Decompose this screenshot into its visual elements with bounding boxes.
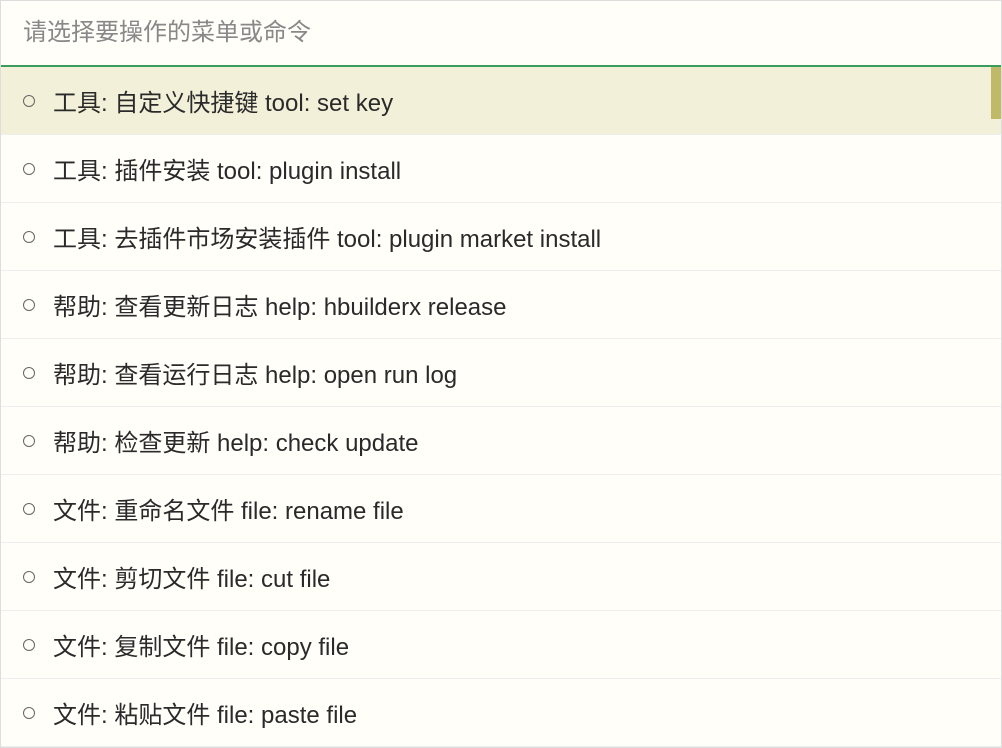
circle-bullet-icon bbox=[23, 231, 35, 243]
command-list: 工具: 自定义快捷键 tool: set key 工具: 插件安装 tool: p… bbox=[1, 67, 1001, 747]
circle-bullet-icon bbox=[23, 299, 35, 311]
scroll-indicator[interactable] bbox=[991, 67, 1001, 119]
command-item[interactable]: 文件: 粘贴文件 file: paste file bbox=[1, 679, 1001, 747]
circle-bullet-icon bbox=[23, 95, 35, 107]
command-item[interactable]: 文件: 复制文件 file: copy file bbox=[1, 611, 1001, 679]
command-item-label: 工具: 去插件市场安装插件 tool: plugin market instal… bbox=[53, 219, 601, 254]
command-palette: 工具: 自定义快捷键 tool: set key 工具: 插件安装 tool: p… bbox=[0, 0, 1002, 748]
command-item-label: 文件: 剪切文件 file: cut file bbox=[53, 559, 330, 594]
circle-bullet-icon bbox=[23, 571, 35, 583]
command-item[interactable]: 工具: 自定义快捷键 tool: set key bbox=[1, 67, 1001, 135]
command-item[interactable]: 帮助: 查看更新日志 help: hbuilderx release bbox=[1, 271, 1001, 339]
command-item[interactable]: 工具: 插件安装 tool: plugin install bbox=[1, 135, 1001, 203]
command-item[interactable]: 文件: 重命名文件 file: rename file bbox=[1, 475, 1001, 543]
command-item-label: 帮助: 查看更新日志 help: hbuilderx release bbox=[53, 287, 507, 322]
command-item-label: 文件: 复制文件 file: copy file bbox=[53, 627, 349, 662]
command-item[interactable]: 帮助: 查看运行日志 help: open run log bbox=[1, 339, 1001, 407]
circle-bullet-icon bbox=[23, 367, 35, 379]
circle-bullet-icon bbox=[23, 639, 35, 651]
circle-bullet-icon bbox=[23, 435, 35, 447]
command-item-label: 帮助: 查看运行日志 help: open run log bbox=[53, 355, 457, 390]
command-item-label: 工具: 插件安装 tool: plugin install bbox=[53, 151, 401, 186]
circle-bullet-icon bbox=[23, 163, 35, 175]
command-item-label: 文件: 粘贴文件 file: paste file bbox=[53, 695, 357, 730]
circle-bullet-icon bbox=[23, 707, 35, 719]
command-list-wrapper: 工具: 自定义快捷键 tool: set key 工具: 插件安装 tool: p… bbox=[1, 67, 1001, 747]
circle-bullet-icon bbox=[23, 503, 35, 515]
command-item-label: 文件: 重命名文件 file: rename file bbox=[53, 491, 404, 526]
command-item-label: 工具: 自定义快捷键 tool: set key bbox=[53, 83, 393, 118]
command-item-label: 帮助: 检查更新 help: check update bbox=[53, 423, 418, 458]
command-search-input[interactable] bbox=[1, 1, 1001, 65]
command-item[interactable]: 帮助: 检查更新 help: check update bbox=[1, 407, 1001, 475]
command-item[interactable]: 工具: 去插件市场安装插件 tool: plugin market instal… bbox=[1, 203, 1001, 271]
command-item[interactable]: 文件: 剪切文件 file: cut file bbox=[1, 543, 1001, 611]
